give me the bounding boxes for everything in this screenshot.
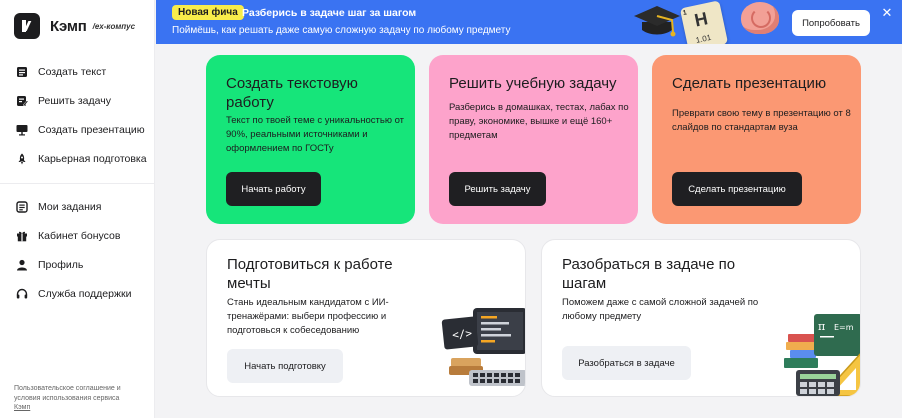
user-icon [15,258,29,272]
svg-text:E=m: E=m [834,323,854,332]
sidebar-item-create-presentation[interactable]: Создать презентацию [0,115,155,144]
sidebar-item-label: Карьерная подготовка [38,152,147,165]
svg-text:π: π [818,320,825,333]
sidebar-item-label: Создать текст [38,65,107,78]
close-icon[interactable]: ✕ [880,6,894,20]
sidebar: Кэмп /ex-компус Создать текст Решить зад… [0,0,155,418]
card-solve-task[interactable]: Решить учебную задачу Разберись в домашк… [429,55,638,224]
new-feature-badge: Новая фича [172,5,244,20]
tile-mass: 1.01 [694,32,713,44]
sidebar-item-support[interactable]: Служба поддержки [0,279,155,308]
sidebar-item-label: Создать презентацию [38,123,145,136]
sidebar-item-label: Служба поддержки [38,287,132,300]
hydrogen-tile-icon: 1 H 1.01 [679,0,729,44]
start-prep-button[interactable]: Начать подготовку [227,349,343,383]
legal-footer: Пользовательское соглашение и условия ис… [14,384,144,413]
card-title: Сделать презентацию [672,75,827,92]
card-title: Создать текстовую работу [226,75,358,111]
rocket-icon [15,152,29,166]
svg-text:</>: </> [452,327,473,342]
gift-icon [15,229,29,243]
card-description: Текст по твоей теме с уникальностью от 9… [226,115,405,154]
card-create-text[interactable]: Создать текстовую работу Текст по твоей … [206,55,415,224]
legal-text-line1: Пользовательское соглашение и [14,385,121,392]
banner-subtitle: Поймёшь, как решать даже самую сложную з… [172,25,511,36]
logo-subtitle: /ex-компус [92,21,136,31]
tile-letter: H [692,8,710,31]
text-document-icon [15,65,29,79]
sidebar-item-create-text[interactable]: Создать текст [0,57,155,86]
sidebar-item-label: Мои задания [38,200,102,213]
computer-illustration-icon: </> [441,308,525,386]
sidebar-item-bonus-cabinet[interactable]: Кабинет бонусов [0,221,155,250]
list-icon [15,200,29,214]
math-books-illustration-icon: π E=m [784,314,860,396]
sidebar-item-label: Профиль [38,258,84,271]
card-description: Преврати свою тему в презентацию от 8 сл… [672,108,851,133]
card-title: Решить учебную задачу [449,75,617,92]
task-document-icon [15,94,29,108]
secondary-nav: Мои задания Кабинет бонусов Профиль Служ… [0,192,155,308]
graduation-cap-icon [634,6,680,37]
presentation-icon [15,123,29,137]
brain-icon [741,2,779,34]
card-career-prep[interactable]: Подготовиться к работе мечты Стань идеал… [206,239,526,397]
sidebar-item-label: Решить задачу [38,94,111,107]
card-title: Разобраться в задаче по шагам [562,256,736,292]
sidebar-item-career[interactable]: Карьерная подготовка [0,144,155,173]
make-presentation-button[interactable]: Сделать презентацию [672,172,802,206]
sidebar-divider [0,183,155,184]
sidebar-item-label: Кабинет бонусов [38,229,121,242]
headphones-icon [15,287,29,301]
sidebar-item-solve-task[interactable]: Решить задачу [0,86,155,115]
feature-banner: Новая фича Разберись в задаче шаг за шаг… [156,0,902,44]
logo-name: Кэмп [50,17,87,35]
legal-link[interactable]: Кэмп [14,403,144,413]
sidebar-item-my-tasks[interactable]: Мои задания [0,192,155,221]
card-title: Подготовиться к работе мечты [227,256,393,292]
card-description: Поможем даже с самой сложной задачей по … [562,297,759,322]
primary-nav: Создать текст Решить задачу Создать през… [0,57,155,173]
solve-task-button[interactable]: Решить задачу [449,172,546,206]
logo-mark-icon [14,13,40,39]
card-description: Разберись в домашках, тестах, лабах по п… [449,102,629,141]
logo[interactable]: Кэмп /ex-компус [14,13,135,39]
try-button[interactable]: Попробовать [792,10,870,36]
understand-task-button[interactable]: Разобраться в задаче [562,346,691,380]
sidebar-item-profile[interactable]: Профиль [0,250,155,279]
tile-atomic-number: 1 [682,9,688,18]
start-work-button[interactable]: Начать работу [226,172,321,206]
card-create-presentation[interactable]: Сделать презентацию Преврати свою тему в… [652,55,861,224]
card-description: Стань идеальным кандидатом с ИИ-тренажёр… [227,297,389,336]
legal-text-line2: условия использования сервиса [14,394,120,402]
card-step-by-step[interactable]: Разобраться в задаче по шагам Поможем да… [541,239,861,397]
banner-title: Разберись в задаче шаг за шагом [242,7,417,19]
